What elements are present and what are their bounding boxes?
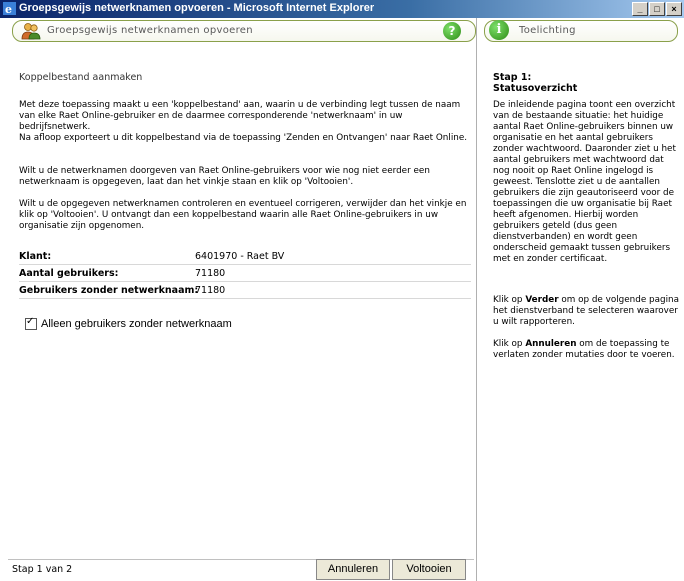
intro-paragraph: Met deze toepassing maakt u een 'koppelb…: [19, 100, 461, 132]
checkbox-label[interactable]: Alleen gebruikers zonder netwerknaam: [41, 318, 232, 330]
info-row-zonder-netwerknaam: Gebruikers zonder netwerknaam: 71180: [19, 282, 471, 299]
main-header-title: Groepsgewijs netwerknamen opvoeren: [47, 25, 253, 36]
checkbox-keep-paragraph: Wilt u de netwerknamen doorgeven van Rae…: [19, 166, 430, 187]
side-step-number: Stap 1:: [493, 72, 532, 83]
step-indicator: Stap 1 van 2: [12, 564, 73, 575]
window-controls: _ □ ×: [631, 2, 682, 16]
info-value: 71180: [195, 285, 226, 296]
side-next-paragraph: Klik op Verder om op de volgende pagina …: [493, 295, 679, 328]
side-step-name: Statusoverzicht: [493, 83, 578, 94]
side-step-title: Stap 1: Statusoverzicht: [493, 72, 577, 94]
export-paragraph: Na afloop exporteert u dit koppelbestand…: [19, 133, 468, 143]
cancel-button[interactable]: Annuleren: [316, 559, 390, 580]
info-value: 71180: [195, 268, 226, 279]
only-without-networkname-checkbox[interactable]: [25, 316, 37, 330]
minimize-button[interactable]: _: [632, 2, 648, 16]
help-icon[interactable]: ?: [443, 22, 461, 40]
info-icon: i: [489, 20, 509, 40]
info-divider: [19, 298, 471, 299]
side-header-title: Toelichting: [519, 25, 576, 36]
users-icon: [21, 23, 41, 40]
side-header: i Toelichting: [484, 20, 678, 42]
close-button[interactable]: ×: [666, 2, 682, 16]
only-without-networkname-row[interactable]: Alleen gebruikers zonder netwerknaam: [25, 316, 232, 330]
side-bold-annuleren: Annuleren: [525, 339, 577, 349]
checkbox-remove-paragraph: Wilt u de opgegeven netwerknamen control…: [19, 199, 467, 231]
main-header: Groepsgewijs netwerknamen opvoeren ?: [12, 20, 476, 42]
side-text: Klik op: [493, 295, 526, 305]
info-value: 6401970 - Raet BV: [195, 251, 285, 262]
side-text: Klik op: [493, 339, 526, 349]
info-row-aantal: Aantal gebruikers: 71180: [19, 265, 471, 282]
svg-text:e: e: [5, 3, 12, 15]
section-title: Koppelbestand aanmaken: [19, 72, 143, 83]
maximize-button[interactable]: □: [649, 2, 665, 16]
info-row-klant: Klant: 6401970 - Raet BV: [19, 248, 471, 265]
internet-explorer-icon: e: [3, 2, 16, 15]
side-cancel-paragraph: Klik op Annuleren om de toepassing te ve…: [493, 339, 679, 361]
window-title: Groepsgewijs netwerknamen opvoeren - Mic…: [19, 2, 375, 14]
side-status-paragraph: De inleidende pagina toont een overzicht…: [493, 100, 676, 264]
side-bold-verder: Verder: [525, 295, 559, 305]
info-label: Aantal gebruikers:: [19, 268, 119, 279]
info-label: Klant:: [19, 251, 52, 262]
window-titlebar: e Groepsgewijs netwerknamen opvoeren - M…: [0, 0, 684, 18]
info-label: Gebruikers zonder netwerknaam:: [19, 285, 199, 296]
finish-button[interactable]: Voltooien: [392, 559, 466, 580]
